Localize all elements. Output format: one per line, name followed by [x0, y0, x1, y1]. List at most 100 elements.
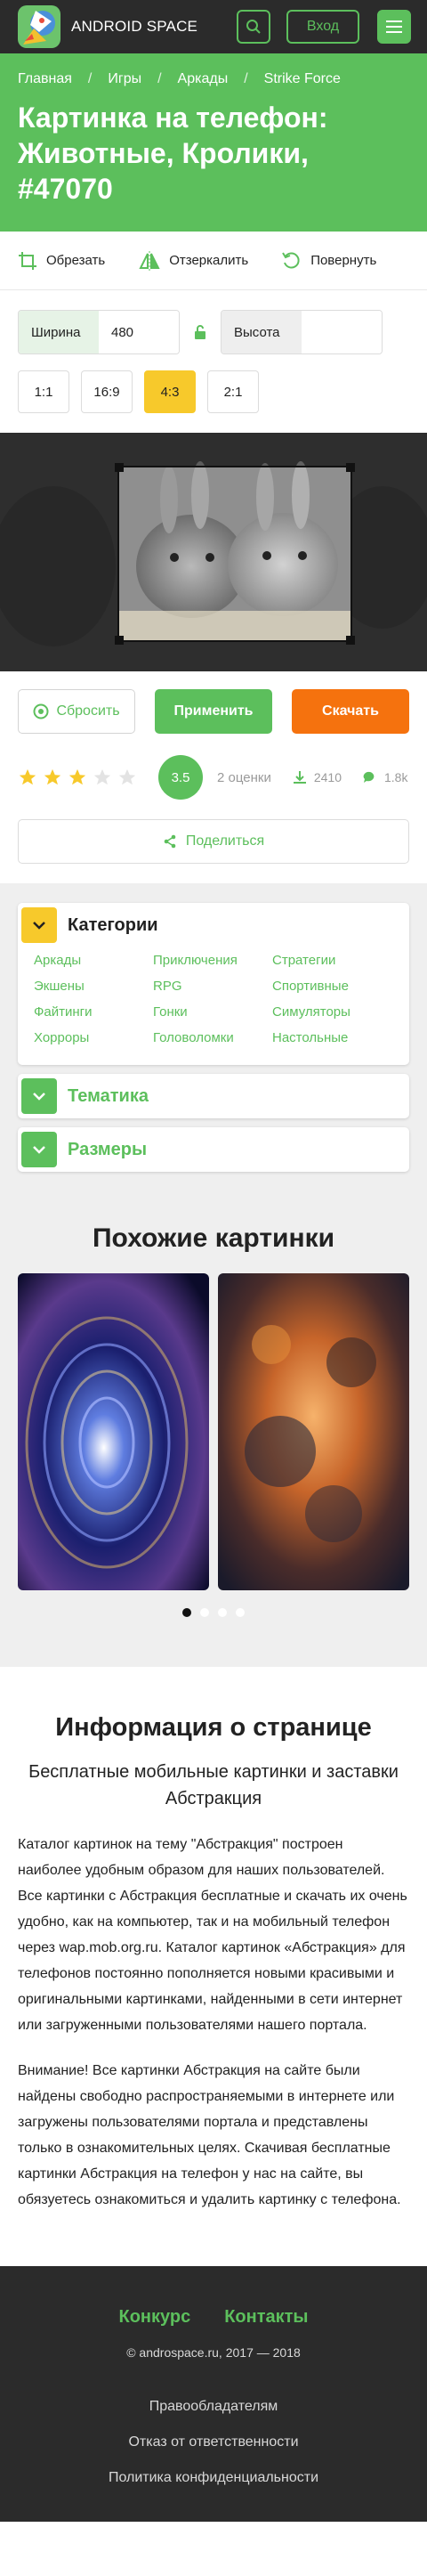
downloads-value: 2410 — [313, 770, 342, 784]
similar-section: Похожие картинки — [0, 1207, 427, 1667]
crop-handle-bottom-right[interactable] — [346, 636, 355, 645]
sizes-header[interactable]: Размеры — [18, 1127, 409, 1172]
aspect-lock-button[interactable] — [189, 310, 212, 354]
category-link[interactable]: Головоломки — [153, 1030, 272, 1045]
copyright: © androspace.ru, 2017 — 2018 — [126, 2345, 301, 2360]
category-link[interactable]: Настольные — [272, 1030, 391, 1045]
footer-rights-holders-link[interactable]: Правообладателям — [18, 2399, 409, 2415]
rotate-icon — [282, 251, 300, 268]
carousel-dot[interactable] — [236, 1608, 245, 1617]
category-link[interactable]: Гонки — [153, 1004, 272, 1020]
category-list: Аркады Приключения Стратегии Экшены RPG … — [18, 947, 409, 1065]
star-icon[interactable] — [93, 768, 112, 787]
search-icon — [246, 20, 261, 34]
share-icon — [164, 834, 176, 849]
info-paragraph: Внимание! Все картинки Абстракция на сай… — [18, 2063, 401, 2207]
height-input[interactable] — [302, 311, 382, 353]
categories-header[interactable]: Категории — [18, 903, 409, 947]
ratio-16-9[interactable]: 16:9 — [81, 370, 133, 413]
footer-privacy-link[interactable]: Политика конфиденциальности — [18, 2470, 409, 2486]
reset-label: Сбросить — [56, 703, 120, 719]
info-subtitle: Бесплатные мобильные картинки и заставки… — [28, 1762, 399, 1808]
ratio-2-1[interactable]: 2:1 — [207, 370, 259, 413]
image-crop-area[interactable] — [0, 433, 427, 671]
rating-score: 3.5 — [158, 755, 203, 800]
mirror-label: Отзеркалить — [169, 253, 249, 268]
breadcrumb-home[interactable]: Главная — [18, 71, 72, 87]
search-button[interactable] — [237, 10, 270, 44]
crop-frame[interactable] — [115, 463, 355, 645]
rating-bar: 3.5 2 оценки 2410 1.8k — [0, 734, 427, 801]
crop-label: Обрезать — [46, 253, 106, 268]
category-link[interactable]: Хорроры — [34, 1030, 153, 1045]
themes-header[interactable]: Тематика — [18, 1074, 409, 1118]
logo-icon[interactable] — [16, 4, 62, 50]
width-field: Ширина 480 — [18, 310, 180, 354]
breadcrumb-strike-force[interactable]: Strike Force — [264, 71, 341, 87]
rotate-tool[interactable]: Повернуть — [282, 251, 376, 271]
category-link[interactable]: Приключения — [153, 953, 272, 968]
width-input[interactable]: 480 — [99, 311, 179, 353]
footer-links: Конкурс Контакты — [18, 2307, 409, 2328]
footer-disclaimer-link[interactable]: Отказ от ответственности — [18, 2434, 409, 2450]
themes-title: Тематика — [68, 1085, 149, 1106]
category-link[interactable]: Спортивные — [272, 979, 391, 994]
similar-image[interactable] — [218, 1273, 409, 1590]
similar-title: Похожие картинки — [92, 1223, 335, 1253]
category-link[interactable]: Экшены — [34, 979, 153, 994]
mirror-icon — [139, 250, 160, 271]
breadcrumb-games[interactable]: Игры — [108, 71, 141, 87]
mirror-tool[interactable]: Отзеркалить — [139, 250, 249, 271]
star-icon[interactable] — [117, 768, 137, 787]
star-icon[interactable] — [18, 768, 37, 787]
comments-value: 1.8k — [384, 770, 408, 784]
chevron-down-icon — [21, 907, 57, 943]
ratio-1-1[interactable]: 1:1 — [18, 370, 69, 413]
category-link[interactable]: Аркады — [34, 953, 153, 968]
ratio-4-3[interactable]: 4:3 — [144, 370, 196, 413]
crop-handle-top-left[interactable] — [115, 463, 124, 472]
site-name[interactable]: ANDROID SPACE — [71, 18, 237, 36]
star-icon[interactable] — [68, 768, 87, 787]
similar-image[interactable] — [18, 1273, 209, 1590]
apply-button[interactable]: Применить — [155, 689, 272, 734]
category-link[interactable]: Симуляторы — [272, 1004, 391, 1020]
crop-tool[interactable]: Обрезать — [18, 251, 105, 271]
sizes-title: Размеры — [68, 1139, 148, 1159]
share-label: Поделиться — [185, 833, 265, 849]
crop-handle-top-right[interactable] — [346, 463, 355, 472]
carousel-dot[interactable] — [218, 1608, 227, 1617]
carousel-dot[interactable] — [200, 1608, 209, 1617]
share-button[interactable]: Поделиться — [18, 819, 409, 864]
category-link[interactable]: RPG — [153, 979, 272, 994]
sizes-accordion: Размеры — [18, 1127, 409, 1172]
footer-contacts-link[interactable]: Контакты — [224, 2307, 308, 2328]
breadcrumb: Главная / Игры / Аркады / Strike Force — [18, 71, 409, 87]
star-rating[interactable] — [18, 768, 137, 787]
lock-icon — [195, 325, 205, 339]
comments-count[interactable]: 1.8k — [363, 770, 407, 784]
login-button[interactable]: Вход — [286, 10, 359, 44]
info-paragraph: Каталог картинок на тему "Абстракция" по… — [18, 1837, 407, 2033]
category-link[interactable]: Файтинги — [34, 1004, 153, 1020]
star-icon[interactable] — [43, 768, 62, 787]
rating-count: 2 оценки — [217, 769, 271, 785]
breadcrumb-separator: / — [87, 71, 93, 86]
menu-button[interactable] — [377, 10, 411, 44]
comment-icon — [363, 771, 375, 783]
action-buttons: Сбросить Применить Скачать — [0, 671, 427, 734]
category-link[interactable]: Стратегии — [272, 953, 391, 968]
reset-button[interactable]: Сбросить — [18, 689, 136, 734]
dimension-controls: Ширина 480 Высота — [0, 290, 427, 354]
filters-section: Категории Аркады Приключения Стратегии Э… — [0, 883, 427, 1207]
breadcrumb-separator: / — [244, 71, 248, 86]
footer-contest-link[interactable]: Конкурс — [118, 2307, 190, 2328]
crop-handle-bottom-left[interactable] — [115, 636, 124, 645]
edit-tools: Обрезать Отзеркалить Повернуть — [0, 232, 427, 290]
carousel-dots — [0, 1608, 427, 1617]
carousel-dot[interactable] — [182, 1608, 191, 1617]
page-title: Картинка на телефон: Животные, Кролики, … — [18, 102, 328, 205]
breadcrumb-arcades[interactable]: Аркады — [178, 71, 229, 87]
download-button[interactable]: Скачать — [292, 689, 409, 734]
crop-icon — [19, 251, 36, 270]
